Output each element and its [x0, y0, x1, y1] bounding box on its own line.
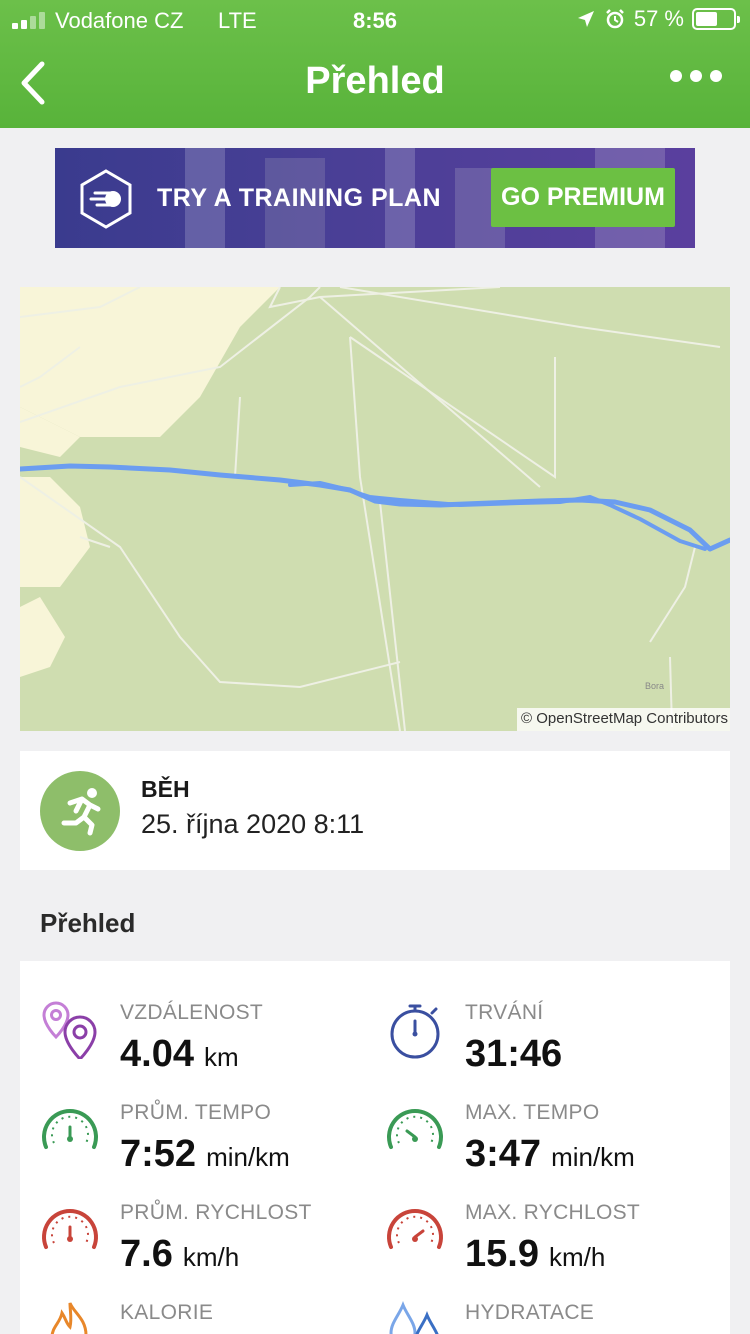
stat-label: PRŮM. TEMPO — [120, 1101, 272, 1124]
running-person-icon — [40, 771, 120, 851]
app-header: Vodafone CZ LTE 8:56 57 % Přehled — [0, 0, 750, 128]
stat-avg-pace: PRŮM. TEMPO 7:52 min/km — [40, 1061, 380, 1175]
stat-label: HYDRATACE — [465, 1301, 595, 1324]
avg-speed-gauge-icon — [42, 1209, 98, 1249]
flame-icon — [50, 1302, 88, 1334]
activity-card: BĚH 25. října 2020 8:11 — [20, 751, 730, 870]
alarm-clock-icon — [605, 9, 624, 29]
stat-avg-speed: PRŮM. RYCHLOST 7.6 km/h — [40, 1161, 380, 1275]
activity-type: BĚH — [141, 776, 190, 802]
avg-pace-gauge-icon — [42, 1109, 98, 1149]
more-options-icon[interactable] — [670, 70, 722, 82]
map-place-label: Bora — [645, 681, 664, 691]
battery-icon — [692, 8, 740, 30]
stat-max-speed: MAX. RYCHLOST 15.9 km/h — [385, 1161, 725, 1275]
premium-banner[interactable]: TRY A TRAINING PLAN GO PREMIUM — [55, 148, 695, 248]
stat-distance: VZDÁLENOST 4.04 km — [40, 961, 380, 1075]
stat-label: MAX. RYCHLOST — [465, 1201, 641, 1224]
stat-label: VZDÁLENOST — [120, 1001, 264, 1024]
location-arrow-icon — [577, 11, 594, 27]
go-premium-button[interactable]: GO PREMIUM — [491, 168, 675, 227]
stat-label: KALORIE — [120, 1301, 214, 1324]
stat-max-pace: MAX. TEMPO 3:47 min/km — [385, 1061, 725, 1175]
activity-date: 25. října 2020 8:11 — [141, 809, 365, 839]
page-title: Přehled — [305, 60, 445, 102]
overview-section-title: Přehled — [40, 908, 136, 938]
banner-headline: TRY A TRAINING PLAN — [157, 184, 442, 212]
stat-label: PRŮM. RYCHLOST — [120, 1201, 312, 1224]
max-speed-gauge-icon — [387, 1209, 443, 1249]
stat-duration: TRVÁNÍ 31:46 — [385, 961, 725, 1075]
map-tiles: Bora — [20, 287, 730, 731]
stat-label: TRVÁNÍ — [465, 1001, 544, 1024]
max-pace-gauge-icon — [387, 1109, 443, 1149]
stats-card: VZDÁLENOST 4.04 km TRVÁNÍ 31:46 PRŮM. TEM… — [20, 961, 730, 1334]
stat-calories: KALORIE — [40, 1261, 380, 1334]
map-attribution[interactable]: © OpenStreetMap Contributors — [517, 708, 730, 731]
stopwatch-icon — [390, 1004, 440, 1059]
status-bar: Vodafone CZ LTE 8:56 57 % — [0, 0, 750, 42]
route-map[interactable]: Bora © OpenStreetMap Contributors — [20, 287, 730, 731]
stat-hydration: HYDRATACE — [385, 1261, 725, 1334]
distance-pin-icon — [42, 1001, 97, 1059]
battery-percentage: 57 % — [633, 6, 684, 31]
water-drops-icon — [389, 1300, 439, 1334]
stat-label: MAX. TEMPO — [465, 1101, 600, 1124]
training-plan-logo-icon — [80, 169, 132, 229]
